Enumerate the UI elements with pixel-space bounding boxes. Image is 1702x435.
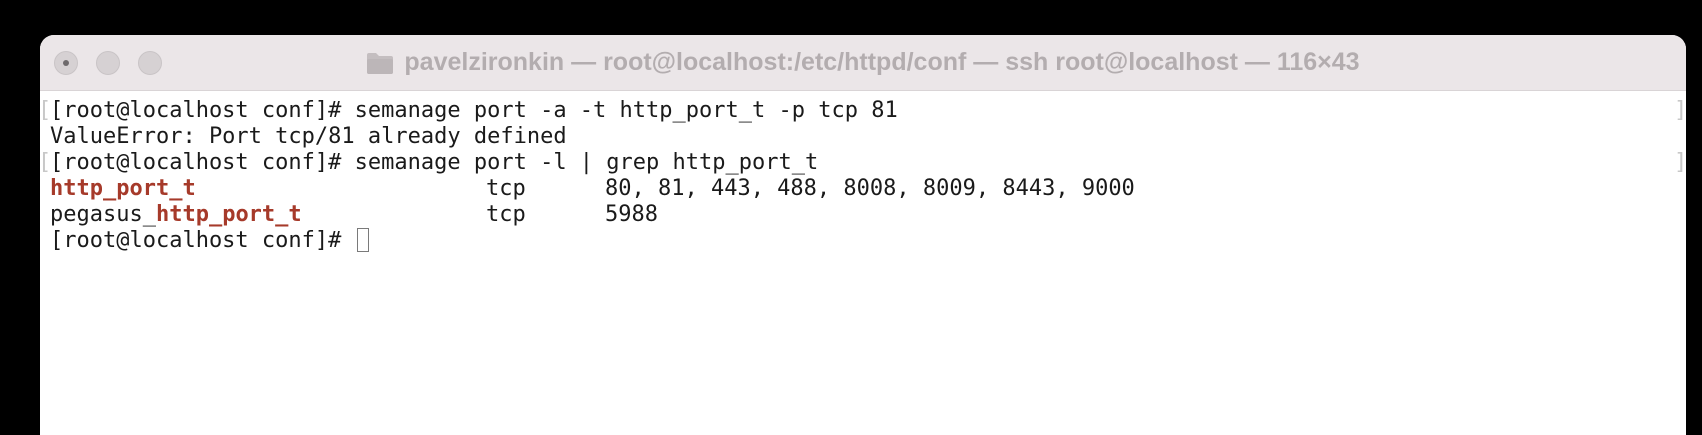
terminal-line: [root@localhost conf]# semanage port -a … — [50, 98, 898, 123]
terminal-window: pavelzironkin — root@localhost:/etc/http… — [40, 35, 1686, 435]
terminal-line: ValueError: Port tcp/81 already defined — [50, 124, 567, 149]
title-bar[interactable]: pavelzironkin — root@localhost:/etc/http… — [40, 35, 1686, 91]
prompt-line[interactable]: [root@localhost conf]# — [50, 227, 369, 255]
margin-mark-right: ] — [1674, 98, 1686, 123]
port-list-cell: 5988 — [605, 202, 658, 227]
protocol-cell: tcp — [486, 176, 526, 201]
port-type-cell: http_port_t — [50, 175, 196, 203]
window-title: pavelzironkin — root@localhost:/etc/http… — [404, 48, 1360, 76]
window-title-wrap: pavelzironkin — root@localhost:/etc/http… — [40, 35, 1686, 90]
grep-match: http_port_t — [155, 202, 302, 227]
margin-mark-right: ] — [1674, 150, 1686, 175]
grep-match: http_port_t — [50, 176, 196, 201]
port-type-prefix: pegasus_ — [50, 202, 156, 227]
terminal-content[interactable]: [ [root@localhost conf]# semanage port -… — [40, 91, 1686, 435]
text-cursor — [356, 228, 369, 252]
terminal-line: [root@localhost conf]# semanage port -l … — [50, 150, 819, 175]
protocol-cell: tcp — [486, 202, 526, 227]
port-list-cell: 80, 81, 443, 488, 8008, 8009, 8443, 9000 — [605, 176, 1135, 201]
shell-prompt: [root@localhost conf]# — [50, 228, 355, 253]
port-type-cell: pegasus_http_port_t — [50, 201, 302, 229]
folder-icon — [366, 51, 394, 75]
